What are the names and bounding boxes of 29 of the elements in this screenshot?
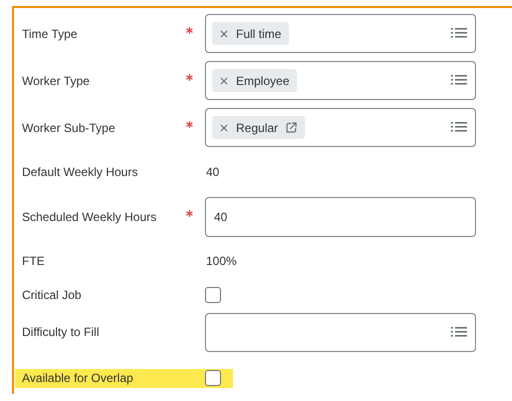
select-field[interactable]: Regular xyxy=(205,108,476,147)
list-icon[interactable] xyxy=(451,27,467,40)
input-field[interactable]: 40 xyxy=(205,196,476,237)
selected-chip[interactable]: Regular xyxy=(212,116,306,139)
field-label: Scheduled Weekly Hours xyxy=(22,210,158,224)
field-label: Worker Type xyxy=(22,74,91,88)
checkbox[interactable] xyxy=(205,370,221,386)
field-label: Difficulty to Fill xyxy=(22,325,100,340)
field-value: 100% xyxy=(205,254,237,268)
list-icon[interactable] xyxy=(451,121,467,134)
checkbox[interactable] xyxy=(205,287,221,304)
select-field[interactable]: Employee xyxy=(205,61,476,100)
list-icon[interactable] xyxy=(451,74,467,87)
remove-icon[interactable] xyxy=(220,76,228,84)
remove-icon[interactable] xyxy=(220,30,228,38)
external-link-icon[interactable] xyxy=(286,122,298,133)
remove-icon[interactable] xyxy=(220,124,228,132)
field-label: Available for Overlap xyxy=(22,371,134,386)
selected-chip[interactable]: Full time xyxy=(212,22,290,45)
select-field[interactable]: Full time xyxy=(205,14,476,53)
field-label: Critical Job xyxy=(22,288,82,302)
field-label: Worker Sub-Type xyxy=(22,120,116,134)
field-label: FTE xyxy=(22,254,46,268)
list-icon[interactable] xyxy=(451,326,467,339)
field-value: 40 xyxy=(205,165,220,180)
field-label: Time Type xyxy=(22,26,78,40)
select-field[interactable] xyxy=(205,312,476,352)
field-label: Default Weekly Hours xyxy=(22,165,139,180)
selected-chip[interactable]: Employee xyxy=(212,69,298,92)
